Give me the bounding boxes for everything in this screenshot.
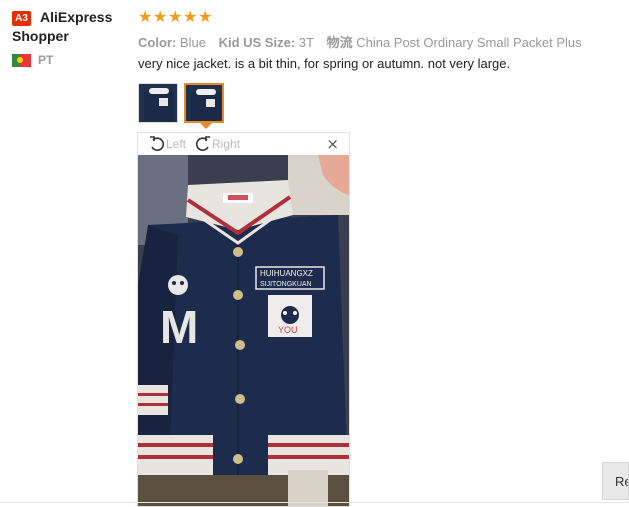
shipping-label: 物流 (326, 35, 353, 50)
star-icon: ★ (153, 7, 168, 26)
star-rating: ★ ★ ★ ★ ★ (138, 8, 213, 25)
rotate-left-icon (150, 136, 165, 151)
jacket-brand-text: HUIHUANGXZ (260, 269, 313, 278)
jacket-brand-subtext: SIJITONGKUAN (260, 281, 312, 288)
size-label: Kid US Size: (218, 35, 296, 50)
review-thumbnail-active[interactable] (184, 83, 224, 123)
reviewer-name-line2: Shopper (12, 28, 69, 44)
review-thumbnails (138, 83, 230, 123)
color-label: Color: (138, 35, 177, 50)
review-thumbnail[interactable] (138, 83, 178, 123)
close-icon[interactable]: × (326, 135, 339, 153)
level-badge: A3 (12, 11, 31, 26)
star-icon: ★ (138, 7, 153, 26)
rotate-right-label: Right (212, 137, 241, 151)
side-tab-button[interactable]: Re (602, 462, 629, 500)
star-icon: ★ (198, 7, 213, 26)
image-viewer: Left Right × HUIHUANGXZ SIJITONGKUAN YOU… (137, 132, 350, 507)
review-text: very nice jacket. is a bit thin, for spr… (138, 56, 511, 71)
order-attributes: Color: Blue Kid US Size: 3T 物流 China Pos… (138, 32, 591, 51)
rotate-right-icon (195, 136, 211, 151)
rotate-left-label: Left (166, 137, 187, 151)
star-icon: ★ (168, 7, 183, 26)
review-photo: HUIHUANGXZ SIJITONGKUAN YOU M (138, 155, 349, 506)
size-value: 3T (298, 35, 314, 50)
active-thumbnail-caret (200, 123, 212, 129)
portugal-flag-icon (12, 53, 31, 67)
divider (0, 502, 629, 503)
jacket-patch-text: YOU (278, 325, 298, 335)
country-code: PT (38, 53, 54, 67)
jacket-photo: HUIHUANGXZ SIJITONGKUAN YOU M (138, 155, 349, 506)
rotate-left-button[interactable]: Left (148, 135, 186, 153)
color-value: Blue (179, 35, 206, 50)
viewer-toolbar: Left Right × (138, 133, 349, 155)
shipping-value: China Post Ordinary Small Packet Plus (356, 35, 582, 50)
jacket-letter: M (160, 301, 198, 353)
reviewer-info: A3 AliExpress Shopper PT (12, 8, 132, 67)
reviewer-name: AliExpress (40, 9, 113, 25)
reviewer-country: PT (12, 53, 132, 67)
star-icon: ★ (183, 7, 198, 26)
rotate-right-button[interactable]: Right (194, 135, 240, 153)
